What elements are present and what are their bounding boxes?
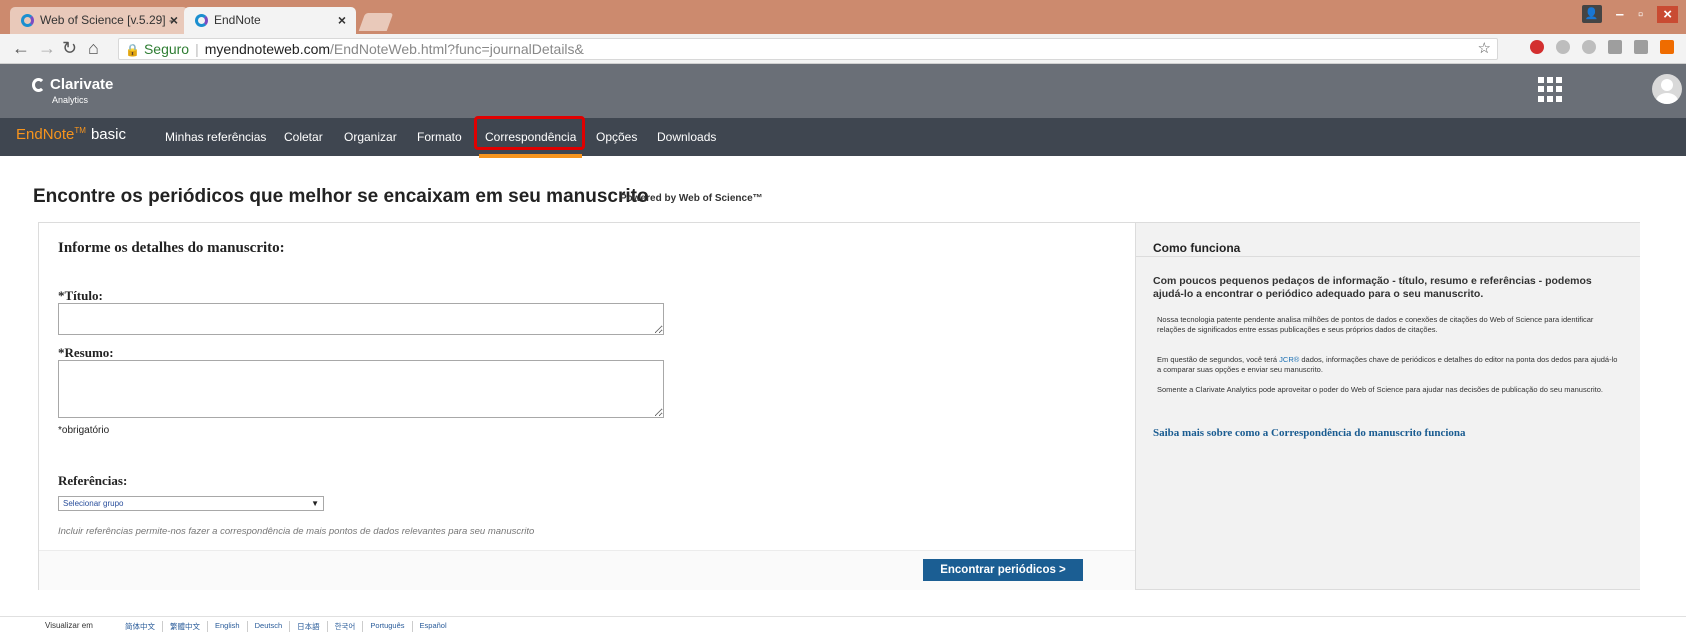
references-hint: Incluir referências permite-nos fazer a … xyxy=(58,526,535,537)
references-label: Referências: xyxy=(58,473,128,488)
endnote-brand[interactable]: EndNoteTM basic xyxy=(16,126,126,143)
flag-icon[interactable] xyxy=(1634,40,1648,54)
manuscript-matcher-card: Informe os detalhes do manuscrito: *Títu… xyxy=(38,222,1640,590)
bookmark-star-icon[interactable]: ☆ xyxy=(1478,39,1491,59)
url-input[interactable]: 🔒 Seguro | myendnoteweb.com/EndNoteWeb.html… xyxy=(118,38,1498,60)
how-it-works-paragraph: Em questão de segundos, você terá JCR® d… xyxy=(1157,355,1618,374)
title-label: *Título: xyxy=(58,288,103,303)
extension-icon[interactable] xyxy=(1660,40,1674,54)
language-link[interactable]: Português xyxy=(362,621,411,632)
extensions-area xyxy=(1530,40,1674,54)
new-tab-button[interactable] xyxy=(358,13,394,31)
minimize-icon[interactable]: – xyxy=(1616,6,1624,23)
page-title: Encontre os periódicos que melhor se enc… xyxy=(33,186,649,207)
nav-organizar[interactable]: Organizar xyxy=(344,130,397,144)
abstract-field[interactable] xyxy=(58,360,664,418)
clarivate-logo-icon xyxy=(32,78,45,92)
clarivate-favicon-icon xyxy=(21,14,34,27)
url-path: /EndNoteWeb.html?func=journalDetails& xyxy=(330,41,584,57)
group-select-value: Selecionar grupo xyxy=(63,499,124,508)
url-separator: | xyxy=(195,41,199,57)
tab-web-of-science[interactable]: Web of Science [v.5.29] - × xyxy=(10,7,188,34)
tab-title: EndNote xyxy=(214,13,261,27)
window-controls: 👤 – ▫ × xyxy=(1581,5,1678,23)
group-select[interactable]: Selecionar grupo ▼ xyxy=(58,496,324,511)
apps-grid-icon[interactable] xyxy=(1538,77,1563,102)
logo-name: Clarivate xyxy=(50,76,114,93)
learn-more-link[interactable]: Saiba mais sobre como a Correspondência … xyxy=(1153,427,1466,439)
extension-icon[interactable] xyxy=(1556,40,1570,54)
home-icon[interactable]: ⌂ xyxy=(88,38,99,59)
find-journals-button[interactable]: Encontrar periódicos > xyxy=(923,559,1083,581)
extension-icon[interactable] xyxy=(1582,40,1596,54)
nav-downloads[interactable]: Downloads xyxy=(657,130,716,144)
form-heading: Informe os detalhes do manuscrito: xyxy=(58,240,285,256)
tab-title: Web of Science [v.5.29] - xyxy=(40,13,173,27)
annotation-highlight-box xyxy=(474,116,585,150)
language-link[interactable]: 日本語 xyxy=(289,621,327,632)
powered-by-label: Powered by Web of Science™ xyxy=(620,193,763,204)
app-header: Clarivate Analytics xyxy=(0,64,1686,118)
user-avatar-icon[interactable] xyxy=(1652,74,1682,104)
reload-icon[interactable]: ↻ xyxy=(62,38,77,59)
form-footer: Encontrar periódicos > xyxy=(39,550,1135,590)
extension-icon[interactable] xyxy=(1608,40,1622,54)
jcr-link[interactable]: JCR® xyxy=(1279,355,1299,364)
title-field[interactable] xyxy=(58,303,664,335)
how-it-works-paragraph: Nossa tecnologia patente pendente analis… xyxy=(1157,315,1594,334)
maximize-icon[interactable]: ▫ xyxy=(1638,6,1643,23)
language-link[interactable]: English xyxy=(207,621,247,632)
how-it-works-panel: Como funciona Com poucos pequenos pedaço… xyxy=(1135,223,1640,589)
lock-icon: 🔒 xyxy=(125,43,140,57)
nav-formato[interactable]: Formato xyxy=(417,130,462,144)
forward-arrow-icon[interactable]: → xyxy=(38,38,56,59)
tab-endnote[interactable]: EndNote × xyxy=(184,7,356,34)
language-link[interactable]: Deutsch xyxy=(246,621,290,632)
secure-label: Seguro xyxy=(143,41,190,57)
clarivate-favicon-icon xyxy=(195,14,208,27)
logo-sub: Analytics xyxy=(52,95,89,105)
nav-minhas-referencias[interactable]: Minhas referências xyxy=(165,130,266,144)
nav-opcoes[interactable]: Opções xyxy=(596,130,637,144)
how-it-works-header: Como funciona xyxy=(1136,223,1640,257)
profile-icon[interactable]: 👤 xyxy=(1581,5,1602,23)
close-icon[interactable]: × xyxy=(170,7,178,34)
endnote-nav: EndNoteTM basic Minhas referências Coleta… xyxy=(0,118,1686,158)
language-link[interactable]: Español xyxy=(411,621,454,632)
dropdown-arrow-icon: ▼ xyxy=(311,499,319,508)
abstract-label: *Resumo: xyxy=(58,345,114,360)
language-footer: Visualizar em 简体中文 繁體中文 English Deutsch … xyxy=(0,616,1686,638)
nav-coletar[interactable]: Coletar xyxy=(284,130,323,144)
url-host: myendnoteweb.com xyxy=(204,41,331,57)
how-it-works-paragraph: Somente a Clarivate Analytics pode aprov… xyxy=(1157,385,1603,394)
close-icon[interactable]: × xyxy=(338,7,346,34)
required-note: *obrigatório xyxy=(58,425,110,436)
address-bar-row: ← → ↻ ⌂ 🔒 Seguro | myendnoteweb.com/EndNote… xyxy=(0,34,1686,64)
view-in-label: Visualizar em xyxy=(45,621,93,630)
language-links: 简体中文 繁體中文 English Deutsch 日本語 한국어 Portug… xyxy=(118,621,454,632)
window-close-icon[interactable]: × xyxy=(1657,5,1678,23)
language-link[interactable]: 繁體中文 xyxy=(162,621,207,632)
manuscript-form: Informe os detalhes do manuscrito: *Títu… xyxy=(39,223,1135,590)
language-link[interactable]: 简体中文 xyxy=(118,621,162,632)
language-link[interactable]: 한국어 xyxy=(326,621,363,632)
how-it-works-lead: Com poucos pequenos pedaços de informaçã… xyxy=(1153,275,1592,300)
browser-tab-bar: Web of Science [v.5.29] - × EndNote × 👤 … xyxy=(0,0,1686,34)
how-it-works-heading: Como funciona xyxy=(1153,241,1241,255)
back-arrow-icon[interactable]: ← xyxy=(12,38,30,59)
pinterest-icon[interactable] xyxy=(1530,40,1544,54)
